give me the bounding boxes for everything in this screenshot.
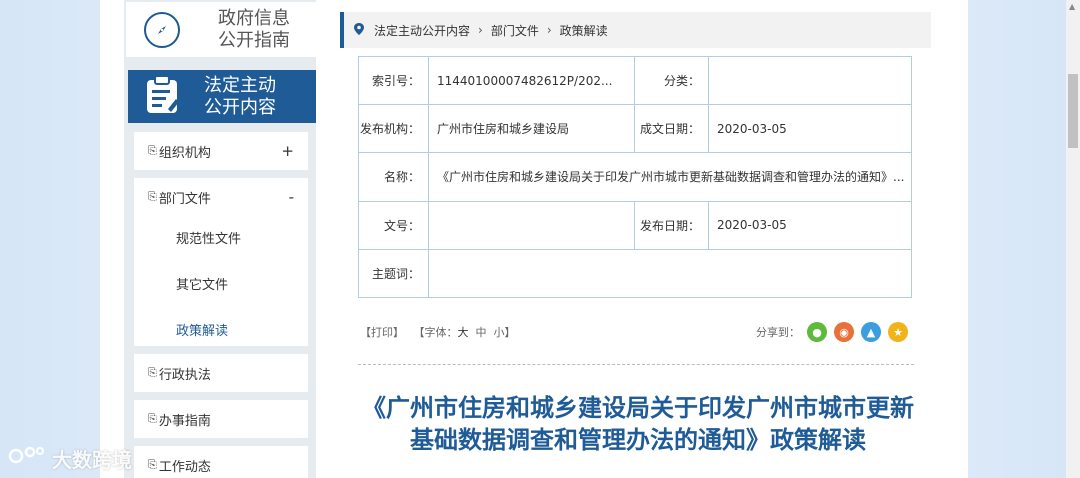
- bookmark-icon: ⎘: [148, 412, 157, 425]
- bookmark-icon: ⎘: [148, 458, 157, 471]
- sidebar-item-label: 行政执法: [158, 367, 211, 383]
- publisher-value: 广州市住房和城乡建设局: [428, 104, 635, 154]
- index-value: 11440100007482612P/202...: [428, 55, 635, 106]
- qzone-star-icon[interactable]: ★: [888, 322, 908, 342]
- sidebar-item-organization[interactable]: ⎘ 组织机构 +: [134, 132, 308, 170]
- sidebar-item-department-docs[interactable]: ⎘ 部门文件 -: [134, 178, 308, 216]
- article-tools: 【打印】 【字体：大 中 小】: [360, 324, 516, 340]
- subject-label: 主题词：: [358, 248, 429, 299]
- written-date-value: 2020-03-05: [708, 104, 912, 154]
- publish-date-value: 2020-03-05: [708, 200, 912, 250]
- sub-item-policy-interpretation[interactable]: 政策解读: [176, 320, 228, 339]
- font-large-link[interactable]: 大: [458, 326, 469, 339]
- active-section-label: 法定主动 公开内容: [204, 74, 276, 118]
- breadcrumb-item[interactable]: 政策解读: [560, 22, 608, 39]
- bookmark-icon: ⎘: [148, 144, 157, 157]
- sub-menu: 规范性文件 其它文件 政策解读: [134, 216, 308, 346]
- location-pin-icon: [354, 22, 364, 38]
- watermark-text: 大数跨境: [52, 448, 132, 472]
- scrollbar-thumb[interactable]: [1068, 74, 1078, 148]
- document-info-table: 索引号： 11440100007482612P/202... 分类： 发布机构：…: [358, 55, 912, 299]
- font-medium-link[interactable]: 中: [476, 326, 487, 339]
- sidebar-item-label: 工作动态: [158, 459, 211, 475]
- publisher-label: 发布机构：: [358, 104, 429, 154]
- scroll-up-icon[interactable]: ▲: [1069, 2, 1075, 11]
- sidebar-item-label: 办事指南: [158, 413, 211, 429]
- bookmark-icon: ⎘: [148, 190, 157, 203]
- collapse-icon[interactable]: -: [289, 188, 294, 206]
- watermark-logo-icon: [8, 444, 46, 473]
- sub-item-other-docs[interactable]: 其它文件: [176, 274, 228, 293]
- weibo-icon[interactable]: ◉: [834, 322, 854, 342]
- guide-link[interactable]: 政府信息 公开指南: [126, 2, 316, 57]
- font-small-link[interactable]: 小: [494, 326, 505, 339]
- qq-icon[interactable]: ▲: [861, 322, 881, 342]
- print-link[interactable]: 【打印】: [360, 326, 404, 339]
- article-title: 《广州市住房和城乡建设局关于印发广州市城市更新基础数据调查和管理办法的通知》政策…: [362, 394, 914, 454]
- active-section-header[interactable]: 法定主动 公开内容: [128, 70, 316, 123]
- guide-label: 政府信息 公开指南: [218, 7, 290, 51]
- document-icon: [144, 74, 180, 119]
- sidebar-item-service-guide[interactable]: ⎘ 办事指南: [134, 400, 308, 438]
- share-bar: 分享到： ● ◉ ▲ ★: [756, 322, 908, 342]
- watermark: 大数跨境: [8, 444, 132, 473]
- name-value: 《广州市住房和城乡建设局关于印发广州市城市更新基础数据调查和管理办法的通知》..…: [428, 152, 912, 202]
- breadcrumb-item[interactable]: 部门文件: [491, 22, 539, 39]
- doc-number-label: 文号：: [358, 200, 429, 250]
- wechat-icon[interactable]: ●: [807, 322, 827, 342]
- sub-item-normative-docs[interactable]: 规范性文件: [176, 228, 241, 247]
- divider: [358, 364, 914, 365]
- expand-icon[interactable]: +: [281, 142, 294, 160]
- category-value: [708, 55, 912, 106]
- subject-value: [428, 248, 912, 299]
- breadcrumb-item[interactable]: 法定主动公开内容: [374, 22, 470, 39]
- chevron-right-icon: ›: [478, 23, 483, 37]
- font-size-prefix: 【字体：: [413, 326, 458, 339]
- share-label: 分享到：: [756, 326, 800, 339]
- scrollbar[interactable]: ▲: [1066, 0, 1080, 478]
- written-date-label: 成文日期：: [634, 104, 709, 154]
- name-label: 名称：: [358, 152, 429, 202]
- category-label: 分类：: [634, 55, 709, 106]
- font-size-suffix: 】: [504, 326, 516, 339]
- index-label: 索引号：: [358, 55, 429, 106]
- sidebar-item-label: 部门文件: [158, 191, 211, 207]
- sidebar-item-work-news[interactable]: ⎘ 工作动态: [134, 446, 308, 478]
- sidebar-item-law-enforcement[interactable]: ⎘ 行政执法: [134, 354, 308, 392]
- bookmark-icon: ⎘: [148, 366, 157, 379]
- publish-date-label: 发布日期：: [634, 200, 709, 250]
- breadcrumb: 法定主动公开内容 › 部门文件 › 政策解读: [340, 12, 931, 48]
- compass-icon: [144, 11, 180, 48]
- doc-number-value: [428, 200, 635, 250]
- sidebar-item-label: 组织机构: [158, 145, 211, 161]
- chevron-right-icon: ›: [546, 23, 552, 37]
